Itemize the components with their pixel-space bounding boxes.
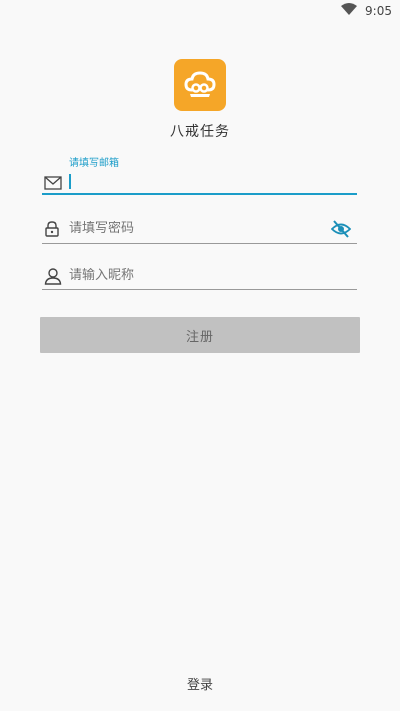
email-field[interactable] [42,172,357,196]
nickname-input[interactable] [69,268,327,283]
status-time: 9:05 [365,3,392,18]
wifi-icon [341,3,358,18]
eye-off-icon[interactable] [330,220,352,242]
nickname-underline [42,289,357,290]
email-floating-label: 请填写邮箱 [69,158,119,169]
app-logo-icon [174,59,226,111]
text-cursor [69,174,71,189]
login-link[interactable]: 登录 [0,674,400,693]
status-bar: 9:05 [0,0,400,24]
password-input[interactable] [69,221,327,236]
register-button[interactable]: 注册 [40,317,360,353]
password-underline [42,243,357,244]
password-field[interactable] [42,219,357,244]
cloud-logo-icon [184,71,216,97]
person-icon [44,267,62,289]
nickname-field[interactable] [42,266,357,291]
mail-icon [44,175,62,194]
email-underline [42,193,357,195]
status-right: 9:05 [341,3,392,18]
lock-icon [44,221,60,241]
app-name: 八戒任务 [170,124,230,140]
